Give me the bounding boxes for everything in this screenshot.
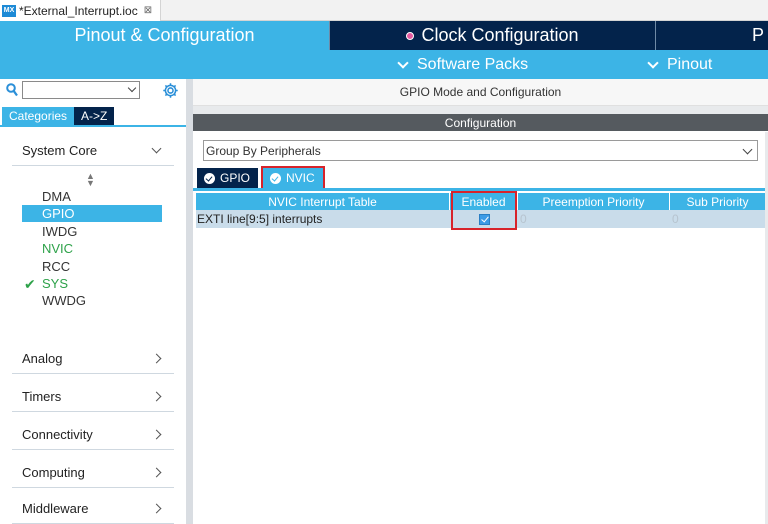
gpio-config-panel: GPIO Mode and Configuration Configuratio… [193,79,768,524]
chevron-right-icon [151,391,162,402]
group-by-select[interactable]: Group By Peripherals [203,140,758,161]
list-item-rcc[interactable]: RCC [22,258,162,275]
editor-tab-bar: MX *External_Interrupt.ioc ⊠ [0,0,768,21]
check-circle-icon [270,172,282,184]
pinout-menu[interactable]: Pinout [646,50,712,79]
tab-a-to-z[interactable]: A->Z [74,107,115,125]
chevron-down-icon [397,56,409,69]
section-label: Analog [22,351,63,366]
close-tab-icon[interactable]: ⊠ [144,5,152,16]
column-header-sub-priority[interactable]: Sub Priority [670,193,765,210]
clock-status-dot-icon [406,31,415,40]
mx-file-icon: MX [2,4,16,17]
interrupt-name: EXTI line[9:5] interrupts [197,212,323,226]
list-item-label: DMA [42,189,71,204]
tab-clock-configuration[interactable]: Clock Configuration [330,21,655,50]
list-item-iwdg[interactable]: IWDG [22,223,162,240]
gear-icon[interactable] [162,82,179,99]
section-computing[interactable]: Computing [12,458,174,488]
nvic-table: NVIC Interrupt Table Enabled Preemption … [196,191,765,230]
list-item-dma[interactable]: DMA [22,188,162,205]
list-item-sys[interactable]: ✔ SYS [22,275,162,292]
section-system-core[interactable]: System Core [12,136,174,166]
section-connectivity[interactable]: Connectivity [12,420,174,450]
tab-clock-label: Clock Configuration [421,25,579,45]
table-row[interactable]: EXTI line[9:5] interrupts 0 0 [196,191,765,230]
tab-gpio-label: GPIO [220,171,251,185]
chevron-right-icon [151,353,162,364]
tab-project-manager[interactable]: P [656,21,768,50]
tab-pinout-label: Pinout & Configuration [74,25,255,45]
chevron-down-icon [742,144,753,155]
tab-nvic-label: NVIC [286,171,315,185]
list-item-label: NVIC [42,241,74,256]
tab-pinout-configuration[interactable]: Pinout & Configuration [0,21,329,50]
check-icon: ✔ [24,276,36,292]
panel-splitter[interactable] [186,79,193,524]
tab-gpio[interactable]: GPIO [197,168,259,188]
file-tab-label: *External_Interrupt.ioc [19,3,138,18]
tab-project-label: P [752,25,765,45]
chevron-down-icon [647,56,659,69]
search-icon [6,83,18,97]
list-item-label: GPIO [42,206,75,221]
search-input[interactable] [22,81,140,99]
section-label: Middleware [22,501,89,516]
list-item-label: SYS [42,276,69,291]
section-label: Timers [22,389,62,404]
chevron-down-icon [127,83,137,93]
software-packs-menu[interactable]: Software Packs [396,50,528,79]
categories-panel: Categories A->Z System Core ▲ ▼ DMA GPIO … [0,79,186,524]
list-item-label: RCC [42,259,71,274]
main-nav: Pinout & Configuration Clock Configurati… [0,21,768,50]
section-label: Computing [22,465,85,480]
column-header-interrupt[interactable]: NVIC Interrupt Table [196,193,450,210]
list-item-nvic[interactable]: NVIC [22,240,162,257]
chevron-right-icon [151,503,162,514]
group-by-value: Group By Peripherals [206,143,321,158]
file-tab[interactable]: MX *External_Interrupt.ioc ⊠ [0,0,162,21]
column-header-preemption[interactable]: Preemption Priority [518,193,670,210]
highlight-box [451,191,517,230]
sort-icon[interactable]: ▲ ▼ [86,172,95,188]
list-item-wwdg[interactable]: WWDG [22,292,162,309]
sub-nav: Software Packs Pinout [0,50,768,79]
section-system-core-label: System Core [22,143,98,158]
check-circle-icon [204,172,215,184]
tab-categories[interactable]: Categories [2,107,75,125]
section-analog[interactable]: Analog [12,344,174,374]
sub-priority-cell[interactable]: 0 [670,210,765,228]
list-item-label: IWDG [42,224,78,239]
configuration-header: Configuration [193,114,768,131]
panel-gap [193,106,768,114]
chevron-right-icon [151,467,162,478]
pinout-menu-label: Pinout [667,55,713,73]
preemption-priority-cell[interactable]: 0 [518,210,670,228]
list-item-label: WWDG [42,293,87,308]
chevron-right-icon [151,429,162,440]
section-label: Connectivity [22,427,93,442]
chevron-down-icon [151,143,162,154]
category-view-tabs: Categories A->Z [2,107,115,125]
tab-underline [0,125,186,127]
config-tabs: GPIO NVIC [197,166,328,190]
section-timers[interactable]: Timers [12,382,174,412]
list-item-gpio[interactable]: GPIO [22,205,162,222]
tab-nvic[interactable]: NVIC [261,166,325,190]
section-middleware[interactable]: Middleware [12,494,174,524]
page-title: GPIO Mode and Configuration [193,79,768,106]
software-packs-label: Software Packs [417,55,529,73]
